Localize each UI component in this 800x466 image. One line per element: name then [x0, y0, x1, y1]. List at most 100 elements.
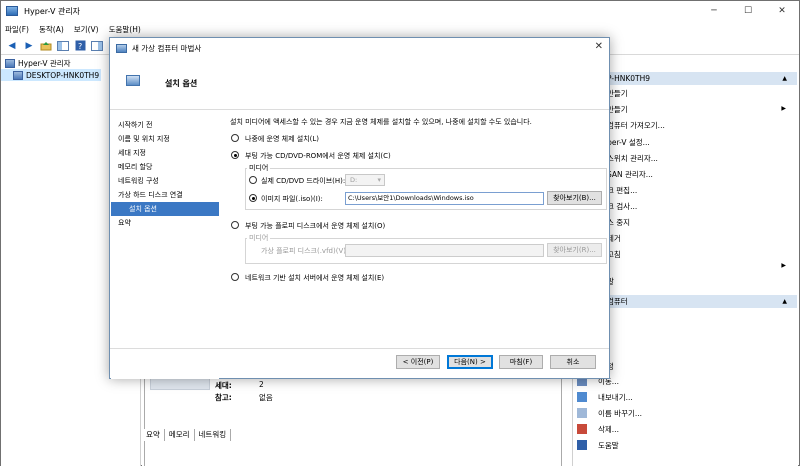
detail-row: 참고:	[215, 392, 232, 403]
hyperv-app-icon	[6, 6, 18, 16]
action-export[interactable]: 내보내기...	[598, 392, 633, 403]
vm-icon	[126, 75, 140, 86]
details-tabs: 요약 메모리 네트워킹	[142, 429, 232, 441]
floppy-media-group-label: 미디어	[247, 233, 271, 243]
intro-text: 설치 미디어에 액세스할 수 있는 경우 지금 운영 체제를 설치할 수 있으며…	[230, 118, 532, 126]
wizard-steps: 시작하기 전 이름 및 위치 지정 세대 지정 메모리 할당 네트워킹 구성 가…	[111, 111, 219, 379]
back-icon[interactable]: ◀	[5, 39, 19, 52]
floppy-label: 가상 플로피 디스크(.vfd)(V):	[261, 247, 349, 255]
submenu-arrow-icon: ▶	[781, 105, 786, 112]
prev-button[interactable]: < 이전(P)	[396, 355, 440, 369]
radio-image-file[interactable]	[249, 194, 257, 202]
option-install-floppy-label: 부팅 가능 플로피 디스크에서 운영 체제 설치(O)	[245, 222, 386, 230]
help-icon	[577, 440, 587, 450]
radio-physical-drive[interactable]	[249, 176, 257, 184]
menu-view[interactable]: 보기(V)	[74, 24, 99, 35]
hyperv-manager-icon	[5, 58, 15, 68]
option-install-later-label: 나중에 운영 체제 설치(L)	[245, 135, 319, 143]
action-stop-service[interactable]: 스 중지	[607, 217, 630, 228]
export-icon	[577, 392, 587, 402]
wizard-content: 설치 미디어에 액세스할 수 있는 경우 지금 운영 체제를 설치할 수 있으며…	[219, 111, 610, 349]
minimize-button[interactable]: ─	[697, 1, 731, 21]
step-networking[interactable]: 네트워킹 구성	[111, 174, 219, 188]
action-hyperv-settings[interactable]: rper-V 설정...	[604, 137, 650, 148]
wizard-header: 설치 옵션	[110, 58, 609, 110]
step-virtual-disk[interactable]: 가상 하드 디스크 연결	[111, 188, 219, 202]
show-hide-action-icon[interactable]	[90, 39, 104, 52]
option-install-network-label: 네트워크 기반 설치 서버에서 운영 체제 설치(E)	[245, 274, 385, 282]
action-rename[interactable]: 이름 바꾸기...	[598, 408, 642, 419]
action-inspect-disk[interactable]: 크 검사...	[607, 201, 637, 212]
detail-key: 참고:	[215, 393, 232, 402]
radio-install-floppy[interactable]	[231, 221, 239, 229]
menu-action[interactable]: 동작(A)	[39, 24, 64, 35]
action-switch-manager[interactable]: 스위치 관리자...	[607, 153, 658, 164]
step-before-you-begin[interactable]: 시작하기 전	[111, 118, 219, 132]
step-summary[interactable]: 요약	[111, 216, 219, 230]
rename-icon	[577, 408, 587, 418]
tree-root-label: Hyper-V 관리자	[18, 58, 71, 68]
wizard-page-title: 설치 옵션	[165, 79, 198, 88]
action-help[interactable]: 도움말	[598, 440, 619, 451]
next-button[interactable]: 다음(N) >	[447, 355, 493, 369]
svg-text:?: ?	[78, 42, 82, 51]
step-generation[interactable]: 세대 지정	[111, 146, 219, 160]
maximize-button[interactable]: ☐	[731, 1, 765, 21]
wizard-title-bar: 새 가상 컴퓨터 마법사 ✕	[110, 38, 609, 58]
action-delete[interactable]: 삭제...	[598, 424, 619, 435]
window-controls: ─ ☐ ✕	[697, 1, 799, 21]
actions-host-header-label: P-HNK0TH9	[607, 74, 650, 83]
action-new-item[interactable]: 만들기	[607, 104, 628, 115]
step-name-location[interactable]: 이름 및 위치 지정	[111, 132, 219, 146]
menu-help[interactable]: 도움말(H)	[109, 24, 141, 35]
detail-value: 없음	[259, 393, 273, 402]
radio-install-later[interactable]	[231, 134, 239, 142]
detail-row: 세대:	[215, 380, 232, 391]
title-bar: Hyper-V 관리자 ─ ☐ ✕	[1, 1, 799, 21]
submenu-arrow-icon: ▶	[781, 262, 786, 269]
image-path-input[interactable]: C:\Users\보안1\Downloads\Windows.iso	[345, 192, 544, 205]
vm-icon	[116, 43, 127, 53]
tree-host[interactable]: DESKTOP-HNK0TH9	[1, 69, 101, 81]
finish-button[interactable]: 마침(F)	[499, 355, 543, 369]
action-new-item[interactable]: 만들기	[607, 88, 628, 99]
details-panel: 세대: 2 참고: 없음	[144, 369, 562, 466]
collapse-icon[interactable]: ▲	[782, 298, 787, 305]
action-edit-disk[interactable]: 크 편집...	[607, 185, 637, 196]
step-memory[interactable]: 메모리 할당	[111, 160, 219, 174]
floppy-browse-button: 찾아보기(R)...	[547, 243, 602, 257]
forward-icon[interactable]: ▶	[22, 39, 36, 52]
browse-button[interactable]: 찾아보기(B)...	[547, 191, 602, 205]
show-hide-tree-icon[interactable]	[56, 39, 70, 52]
wizard-footer: < 이전(P) 다음(N) > 마침(F) 취소	[110, 348, 609, 378]
image-file-label: 이미지 파일(.iso)(I):	[261, 195, 323, 203]
actions-vm-header-label: 컴퓨터	[607, 297, 628, 306]
tab-networking[interactable]: 네트워킹	[195, 429, 232, 441]
delete-icon	[577, 424, 587, 434]
floppy-path-input	[345, 244, 544, 257]
cancel-button[interactable]: 취소	[550, 355, 596, 369]
drive-select[interactable]: D:	[345, 174, 385, 186]
radio-install-network[interactable]	[231, 273, 239, 281]
option-install-cd-label: 부팅 가능 CD/DVD-ROM에서 운영 체제 설치(C)	[245, 152, 391, 160]
tab-memory[interactable]: 메모리	[165, 429, 195, 441]
action-import-vm[interactable]: 컴퓨터 가져오기...	[607, 120, 665, 131]
detail-value: 2	[259, 380, 264, 389]
help-icon[interactable]: ?	[73, 39, 87, 52]
close-button[interactable]: ✕	[765, 1, 799, 21]
window-title: Hyper-V 관리자	[24, 6, 81, 16]
folder-up-icon[interactable]	[39, 39, 53, 52]
media-group-label: 미디어	[247, 163, 271, 173]
tab-summary[interactable]: 요약	[142, 429, 165, 441]
collapse-icon[interactable]: ▲	[782, 75, 787, 82]
new-vm-wizard-dialog: 새 가상 컴퓨터 마법사 ✕ 설치 옵션 시작하기 전 이름 및 위치 지정 세…	[109, 37, 610, 379]
wizard-close-button[interactable]: ✕	[595, 41, 603, 52]
tree-host-label: DESKTOP-HNK0TH9	[26, 70, 100, 80]
radio-install-cd[interactable]	[231, 151, 239, 159]
action-san-manager[interactable]: SAN 관리자...	[607, 169, 653, 180]
wizard-title: 새 가상 컴퓨터 마법사	[132, 43, 202, 53]
menu-file[interactable]: 파일(F)	[5, 24, 29, 35]
step-installation-options[interactable]: 설치 옵션	[111, 202, 219, 216]
physical-drive-label: 실제 CD/DVD 드라이브(H):	[261, 177, 346, 185]
menu-bar: 파일(F) 동작(A) 보기(V) 도움말(H)	[1, 21, 799, 37]
